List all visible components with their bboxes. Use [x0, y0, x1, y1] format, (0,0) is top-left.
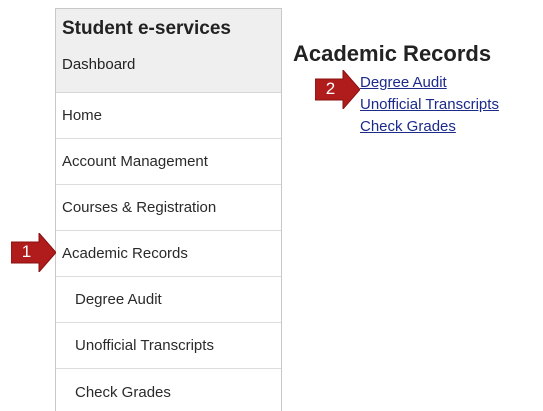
check-grades-link[interactable]: Check Grades: [360, 118, 456, 135]
sidebar-item-courses-registration[interactable]: Courses & Registration: [56, 185, 281, 231]
step-2-number: 2: [325, 79, 336, 98]
step-2-callout: 2: [315, 70, 360, 109]
sidebar-item-unofficial-transcripts[interactable]: Unofficial Transcripts: [56, 323, 281, 369]
page: Student e-services Dashboard Home Accoun…: [0, 0, 543, 411]
sidebar-header: Student e-services Dashboard: [56, 9, 281, 93]
sidebar-title: Student e-services: [62, 18, 231, 39]
sidebar-item-degree-audit[interactable]: Degree Audit: [56, 277, 281, 323]
unofficial-transcripts-link[interactable]: Unofficial Transcripts: [360, 96, 499, 113]
sidebar-item-academic-records[interactable]: Academic Records: [56, 231, 281, 277]
page-title: Academic Records: [293, 41, 492, 66]
sidebar-nav: Home Account Management Courses & Regist…: [56, 93, 281, 411]
link-list-item: Unofficial Transcripts: [360, 94, 543, 116]
sidebar-item-check-grades[interactable]: Check Grades: [56, 369, 281, 411]
sidebar-item-account-management[interactable]: Account Management: [56, 139, 281, 185]
sidebar: Student e-services Dashboard Home Accoun…: [55, 8, 282, 411]
sidebar-subtitle: Dashboard: [62, 56, 136, 73]
degree-audit-link[interactable]: Degree Audit: [360, 74, 447, 91]
link-list-item: Check Grades: [360, 116, 543, 138]
step-1-callout: 1: [11, 233, 56, 272]
step-1-number: 1: [21, 242, 32, 261]
link-list-item: Degree Audit: [360, 72, 543, 94]
sidebar-item-home[interactable]: Home: [56, 93, 281, 139]
